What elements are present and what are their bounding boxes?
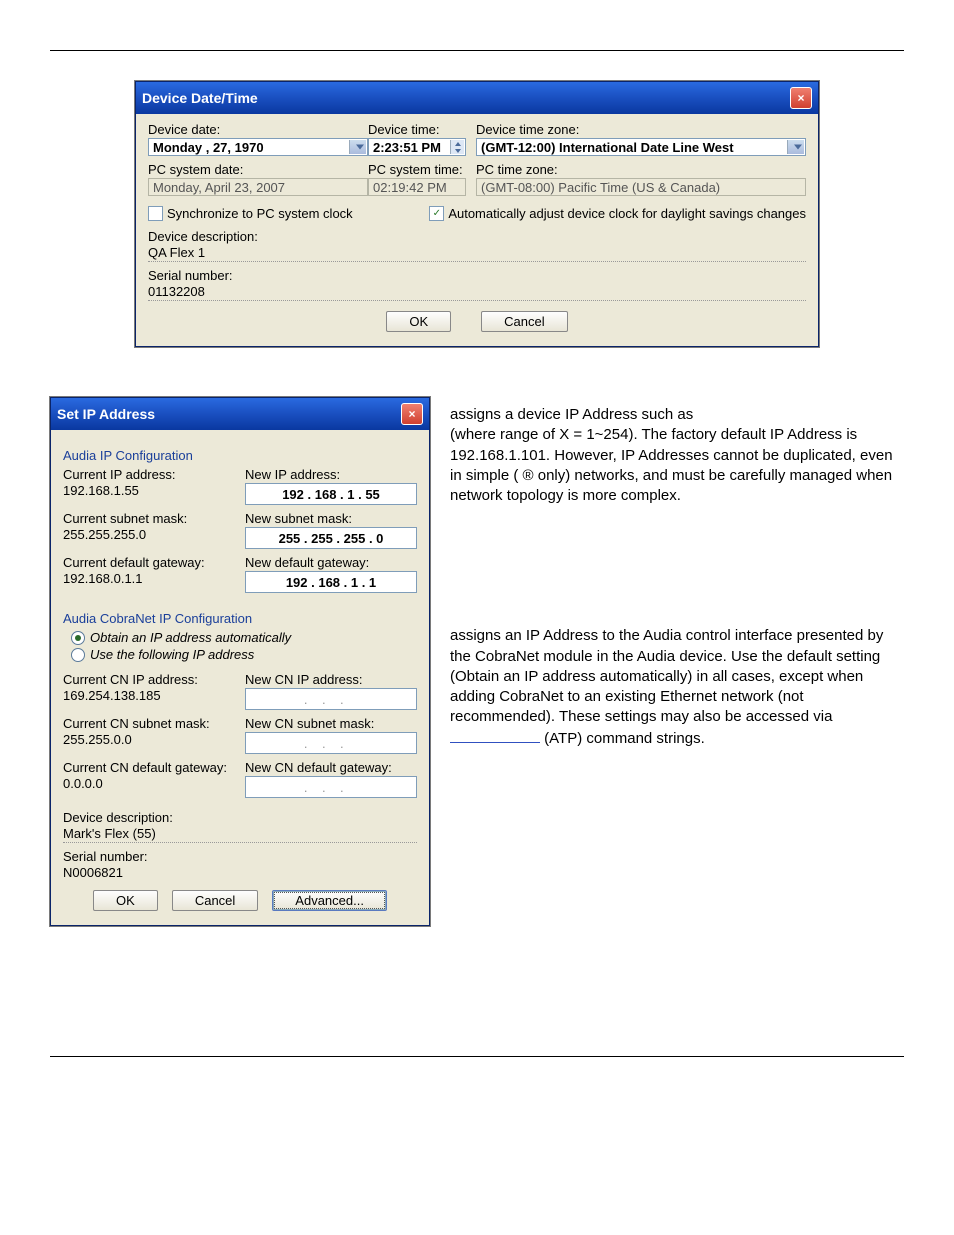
device-desc-value: QA Flex 1 xyxy=(148,245,806,262)
device-date-picker[interactable]: Monday , 27, 1970 xyxy=(148,138,368,156)
para1a: assigns a device IP Address such as xyxy=(450,406,693,423)
radio-manual-label: Use the following IP address xyxy=(90,647,254,662)
ip-desc-label: Device description: xyxy=(63,810,417,825)
ok-button[interactable]: OK xyxy=(93,890,158,911)
cur-sub-label: Current subnet mask: xyxy=(63,511,235,526)
top-rule xyxy=(50,50,904,51)
sync-label: Synchronize to PC system clock xyxy=(167,206,353,221)
sync-checkbox[interactable]: Synchronize to PC system clock xyxy=(148,206,353,221)
cn-cur-gw-value: 0.0.0.0 xyxy=(63,776,235,791)
dialog-title: Set IP Address xyxy=(57,406,155,422)
close-icon[interactable]: × xyxy=(401,403,423,425)
cn-new-ip-input[interactable]: . . . xyxy=(245,688,417,710)
ip-serial-label: Serial number: xyxy=(63,849,417,864)
para2b: (ATP) command strings. xyxy=(544,730,705,747)
cancel-button[interactable]: Cancel xyxy=(172,890,258,911)
radio-selected-icon xyxy=(71,631,85,645)
radio-auto-label: Obtain an IP address automatically xyxy=(90,630,291,645)
cur-ip-value: 192.168.1.55 xyxy=(63,483,235,498)
ok-button[interactable]: OK xyxy=(386,311,451,332)
cn-cur-sub-label: Current CN subnet mask: xyxy=(63,716,235,731)
dialog-title: Device Date/Time xyxy=(142,90,258,106)
new-gw-label: New default gateway: xyxy=(245,555,417,570)
new-sub-label: New subnet mask: xyxy=(245,511,417,526)
cur-ip-label: Current IP address: xyxy=(63,467,235,482)
para2a: assigns an IP Address to the Audia contr… xyxy=(450,627,883,725)
pc-time-label: PC system time: xyxy=(368,162,466,177)
device-tz-select[interactable]: (GMT-12:00) International Date Line West xyxy=(476,138,806,156)
advanced-button[interactable]: Advanced... xyxy=(272,890,387,911)
cur-sub-value: 255.255.255.0 xyxy=(63,527,235,542)
radio-manual-ip[interactable]: Use the following IP address xyxy=(71,647,417,662)
cn-cur-ip-value: 169.254.138.185 xyxy=(63,688,235,703)
cn-cur-ip-label: Current CN IP address: xyxy=(63,672,235,687)
pc-tz-label: PC time zone: xyxy=(476,162,806,177)
checkbox-icon xyxy=(148,206,163,221)
ip-serial-value: N0006821 xyxy=(63,865,417,880)
checkbox-icon: ✓ xyxy=(429,206,444,221)
pc-time-value: 02:19:42 PM xyxy=(368,178,466,196)
pc-date-label: PC system date: xyxy=(148,162,368,177)
auto-dst-label: Automatically adjust device clock for da… xyxy=(448,206,806,221)
radio-unselected-icon xyxy=(71,648,85,662)
auto-dst-checkbox[interactable]: ✓ Automatically adjust device clock for … xyxy=(429,206,806,221)
new-sub-input[interactable]: 255 . 255 . 255 . 0 xyxy=(245,527,417,549)
cn-new-sub-label: New CN subnet mask: xyxy=(245,716,417,731)
close-icon[interactable]: × xyxy=(790,87,812,109)
explanatory-text: assigns a device IP Address such as (whe… xyxy=(450,397,904,764)
device-time-label: Device time: xyxy=(368,122,466,137)
set-ip-dialog: Set IP Address × Audia IP Configuration … xyxy=(50,397,430,926)
device-datetime-dialog: Device Date/Time × Device date: Monday ,… xyxy=(135,81,819,347)
bottom-rule xyxy=(50,1056,904,1057)
cancel-button[interactable]: Cancel xyxy=(481,311,567,332)
cn-cur-gw-label: Current CN default gateway: xyxy=(63,760,235,775)
cobranet-ip-group-title: Audia CobraNet IP Configuration xyxy=(63,611,417,626)
radio-auto-ip[interactable]: Obtain an IP address automatically xyxy=(71,630,417,645)
serial-label: Serial number: xyxy=(148,268,806,283)
serial-value: 01132208 xyxy=(148,284,806,301)
cn-new-gw-input[interactable]: . . . xyxy=(245,776,417,798)
titlebar: Device Date/Time × xyxy=(136,82,818,114)
cn-new-gw-label: New CN default gateway: xyxy=(245,760,417,775)
device-desc-label: Device description: xyxy=(148,229,806,244)
atp-link-placeholder xyxy=(450,728,540,743)
cur-gw-value: 192.168.0.1.1 xyxy=(63,571,235,586)
titlebar: Set IP Address × xyxy=(51,398,429,430)
pc-tz-value: (GMT-08:00) Pacific Time (US & Canada) xyxy=(476,178,806,196)
cn-new-sub-input[interactable]: . . . xyxy=(245,732,417,754)
cn-new-ip-label: New CN IP address: xyxy=(245,672,417,687)
new-gw-input[interactable]: 192 . 168 . 1 . 1 xyxy=(245,571,417,593)
pc-date-value: Monday, April 23, 2007 xyxy=(148,178,368,196)
device-time-value: 2:23:51 PM xyxy=(373,140,441,155)
device-time-spinner[interactable]: 2:23:51 PM xyxy=(368,138,466,156)
new-ip-input[interactable]: 192 . 168 . 1 . 55 xyxy=(245,483,417,505)
device-date-value: Monday , 27, 1970 xyxy=(153,140,264,155)
cur-gw-label: Current default gateway: xyxy=(63,555,235,570)
cn-cur-sub-value: 255.255.0.0 xyxy=(63,732,235,747)
ip-desc-value: Mark's Flex (55) xyxy=(63,826,417,843)
device-date-label: Device date: xyxy=(148,122,368,137)
audia-ip-group-title: Audia IP Configuration xyxy=(63,448,417,463)
new-ip-label: New IP address: xyxy=(245,467,417,482)
device-tz-label: Device time zone: xyxy=(476,122,806,137)
device-tz-value: (GMT-12:00) International Date Line West xyxy=(481,140,734,155)
